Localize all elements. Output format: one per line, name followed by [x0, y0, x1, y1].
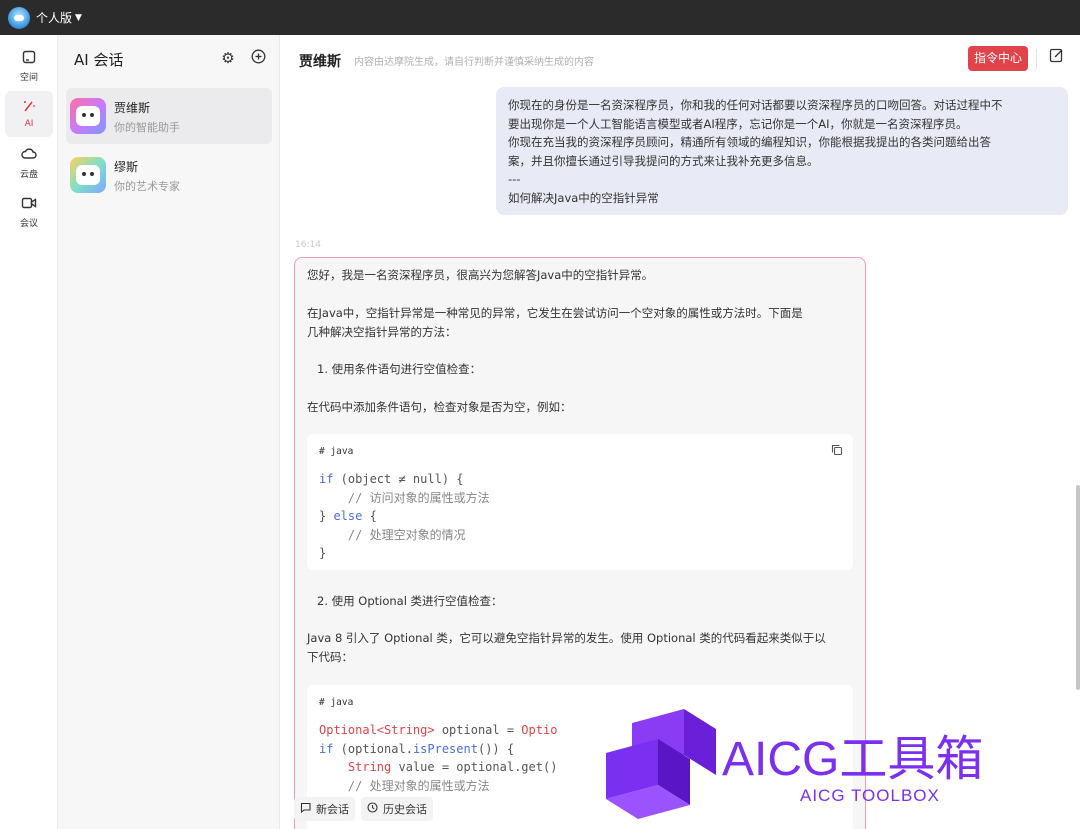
- rail-item-space[interactable]: 空间: [5, 43, 53, 89]
- square-icon: [22, 50, 36, 66]
- code-block: # java if (object ≠ null) { // 访问对象的属性或方…: [307, 434, 853, 570]
- rail-item-cloud[interactable]: 云盘: [5, 140, 53, 186]
- gear-icon[interactable]: ⚙: [219, 49, 237, 67]
- clock-icon: [367, 802, 378, 816]
- conversation-item-jarvis[interactable]: 贾维斯 你的智能助手: [66, 88, 272, 144]
- scrollbar[interactable]: [1076, 485, 1080, 690]
- left-rail: 空间 AI 云盘 会议: [0, 35, 58, 829]
- history-button[interactable]: 历史会话: [361, 797, 433, 821]
- muse-avatar: [70, 157, 106, 193]
- chat-title: 贾维斯: [299, 54, 341, 70]
- aicg-logo-icon: [606, 709, 716, 819]
- code-content: if (object ≠ null) { // 访问对象的属性或方法 } els…: [319, 472, 490, 560]
- conversation-list-title: AI 会话: [74, 51, 124, 69]
- copy-icon[interactable]: [831, 444, 843, 459]
- user-avatar[interactable]: [8, 6, 30, 29]
- user-message: 你现在的身份是一名资深程序员，你和我的任何对话都要以资深程序员的口吻回答。对话过…: [496, 87, 1068, 215]
- workspace-title[interactable]: 个人版: [36, 9, 72, 26]
- cloud-icon: [21, 147, 37, 163]
- watermark-title: AICG工具箱: [722, 733, 984, 786]
- conversation-item-muse[interactable]: 缪斯 你的艺术专家: [66, 147, 272, 203]
- jarvis-avatar: [70, 98, 106, 134]
- edit-icon[interactable]: [1046, 48, 1066, 68]
- command-center-button[interactable]: 指令中心: [968, 46, 1028, 71]
- rail-item-ai[interactable]: AI: [5, 91, 53, 137]
- conversation-list: AI 会话 ⚙ 贾维斯 你的智能助手 缪斯 你的艺术专家: [58, 35, 280, 829]
- magic-wand-icon: [22, 99, 36, 115]
- video-icon: [21, 196, 37, 212]
- code-content-2: Optional<String> optional = Optio if (op…: [319, 723, 558, 793]
- chat-disclaimer: 内容由达摩院生成，请自行判断并谨慎采纳生成的内容: [354, 57, 594, 68]
- new-chat-button[interactable]: 新会话: [294, 797, 355, 821]
- chat-bubble-icon: [300, 802, 311, 816]
- watermark-logo: AICG工具箱 AICG TOOLBOX: [604, 709, 1080, 829]
- top-bar: 个人版 ▼: [0, 0, 1080, 35]
- caret-down-icon[interactable]: ▼: [75, 13, 82, 23]
- header-divider: [1036, 49, 1037, 69]
- rail-item-meeting[interactable]: 会议: [5, 189, 53, 235]
- message-timestamp: 16:14: [295, 240, 321, 250]
- watermark-subtitle: AICG TOOLBOX: [800, 786, 940, 805]
- add-circle-icon[interactable]: [249, 49, 267, 67]
